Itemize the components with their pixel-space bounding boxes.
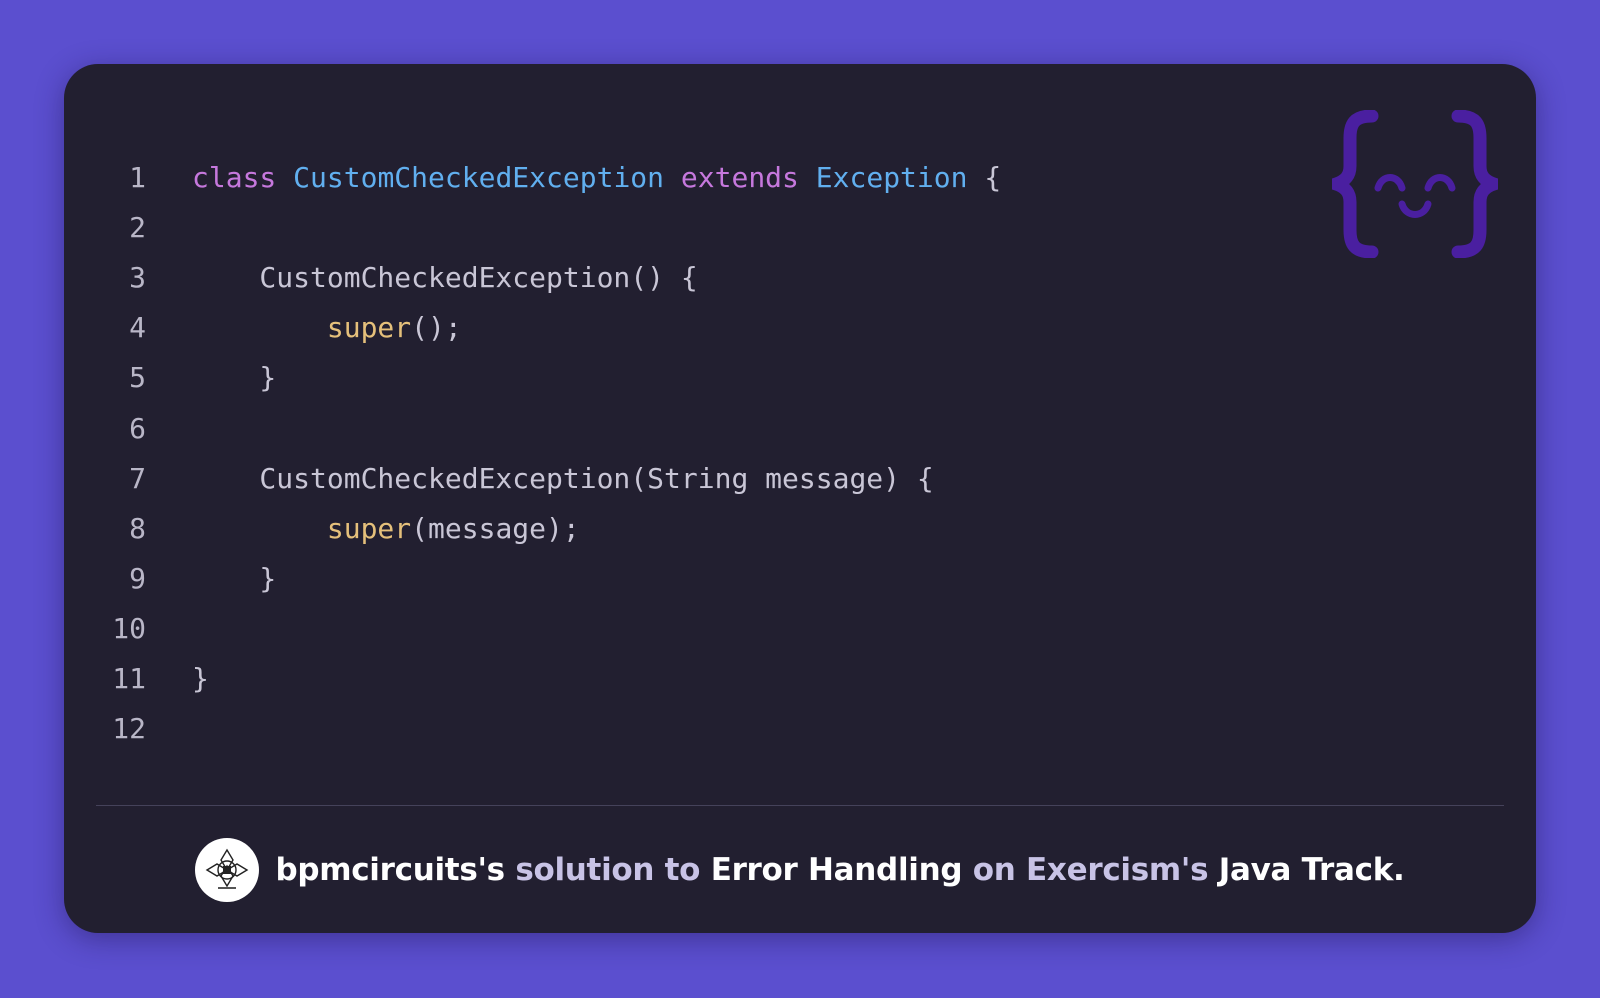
code-line: 7 CustomCheckedException(String message)… [64,453,1536,504]
code-line: 11} [64,653,1536,704]
line-number: 4 [129,311,146,345]
code-line: 10 [64,603,1536,654]
code-token-pl: CustomCheckedException() { [192,261,698,295]
line-number: 9 [129,561,146,595]
caption-on: on [972,852,1016,888]
code-line: 9 } [64,553,1536,604]
line-number: 2 [129,211,146,245]
site-name: Exercism's [1026,852,1209,888]
code-token-kw: class [192,161,277,194]
code-token-ty: Exception [815,161,968,194]
code-token-pl: { [967,161,1002,194]
code-line: 5 } [64,352,1536,403]
line-number: 5 [129,361,146,395]
code-token-pl: (message); [411,511,580,545]
divider [96,805,1504,806]
code-text: } [192,553,276,604]
line-number: 3 [129,261,146,295]
caption-solution-to: solution to [515,852,701,888]
code-line: 8 super(message); [64,503,1536,554]
code-token-pl: } [192,662,209,695]
code-text: class CustomCheckedException extends Exc… [192,152,1001,203]
exercism-logo-icon [1332,110,1498,258]
code-line: 1 class CustomCheckedException extends Ex… [64,152,1536,203]
track-name: Java Track. [1218,852,1405,888]
code-text: super(); [192,302,462,353]
code-line: 4 super(); [64,302,1536,353]
line-number: 7 [129,461,146,495]
line-number: 6 [129,411,146,445]
code-card: 1 class CustomCheckedException extends Ex… [64,64,1536,933]
code-text: super(message); [192,503,580,554]
bpm-circuits-avatar-icon [206,848,249,889]
code-token-pl: } [192,361,277,395]
code-token-pl: CustomCheckedException(String message) { [192,461,934,495]
code-token-pl: (); [411,311,462,345]
author-name: bpmcircuits's [275,852,505,888]
code-token-ty: CustomCheckedException [293,161,665,194]
code-token-sp: super [326,511,412,545]
line-number: 10 [112,611,146,645]
code-token-sp: super [326,311,412,345]
code-token-kw: extends [680,161,799,194]
code-text: } [192,352,276,403]
code-line: 12 [64,703,1536,754]
code-text: CustomCheckedException(String message) { [192,453,934,504]
code-line: 2 [64,202,1536,253]
line-number: 1 [129,161,146,194]
caption-text: bpmcircuits's solution to Error Handling… [275,852,1404,888]
code-line: 6 [64,403,1536,454]
code-text: } [192,653,209,704]
footer-caption: bpmcircuits's solution to Error Handling… [64,838,1536,902]
code-text: CustomCheckedException() { [192,252,698,303]
code-token-pl: } [192,561,277,595]
line-number: 11 [112,662,146,695]
code-line: 3 CustomCheckedException() { [64,252,1536,303]
line-number: 8 [129,511,146,545]
avatar [195,838,260,902]
line-number: 12 [112,712,146,746]
exercise-name: Error Handling [710,852,963,888]
